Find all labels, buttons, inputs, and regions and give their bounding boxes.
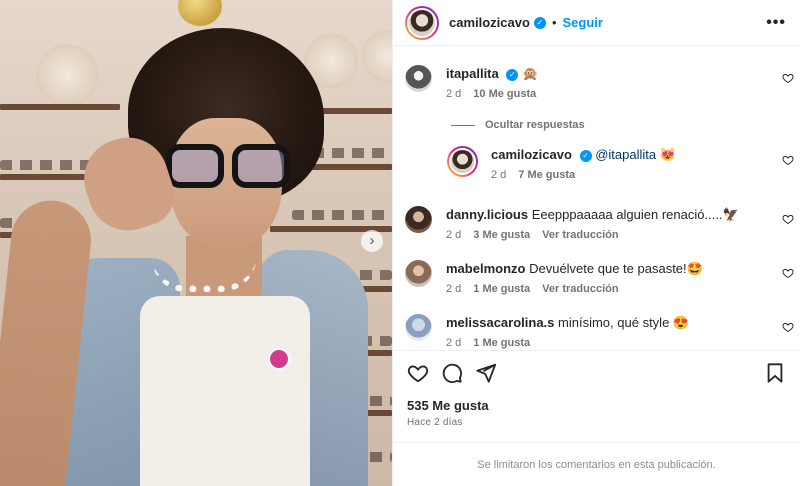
comment-username[interactable]: melissacarolina.s <box>446 315 554 330</box>
comment-avatar[interactable] <box>405 206 432 233</box>
post-header: camilozicavo ✓ • Seguir ••• <box>393 0 800 46</box>
verified-icon: ✓ <box>506 68 519 81</box>
verified-icon: ✓ <box>533 16 546 29</box>
comment-emoji: 😻 <box>659 147 676 162</box>
comment-likes[interactable]: 7 Me gusta <box>518 169 575 181</box>
verified-icon: ✓ <box>579 149 592 162</box>
comment-mention[interactable]: @itapallita <box>595 147 656 162</box>
bookmark-icon[interactable] <box>764 362 786 384</box>
comment-likes[interactable]: 1 Me gusta <box>473 337 530 349</box>
comment-emoji: 🙊 <box>522 66 539 81</box>
comment-time[interactable]: 2 d <box>446 283 461 295</box>
comment-username[interactable]: itapallita <box>446 66 499 81</box>
hide-replies-label: Ocultar respuestas <box>485 119 585 131</box>
follow-button[interactable]: Seguir <box>563 15 603 30</box>
comment-username[interactable]: camilozicavo <box>491 147 572 162</box>
author-username[interactable]: camilozicavo <box>449 15 530 30</box>
comment-icon[interactable] <box>441 362 463 384</box>
heart-icon[interactable] <box>782 72 794 84</box>
post-actions-bar <box>393 350 800 394</box>
comment-likes[interactable]: 3 Me gusta <box>473 229 530 241</box>
reply-item: camilozicavo ✓ @itapallita 😻 2 d 7 Me gus… <box>447 146 676 181</box>
comment-likes[interactable]: 10 Me gusta <box>473 88 536 100</box>
next-image-button[interactable]: › <box>361 230 383 252</box>
comment-time[interactable]: 2 d <box>446 88 461 100</box>
comment-avatar[interactable] <box>405 260 432 287</box>
see-translation-link[interactable]: Ver traducción <box>542 283 618 295</box>
comments-list: itapallita ✓ 🙊 2 d 10 Me gusta Ocultar re… <box>393 46 800 350</box>
comment-likes[interactable]: 1 Me gusta <box>473 283 530 295</box>
comment-avatar[interactable] <box>405 314 432 341</box>
comment-avatar[interactable] <box>405 65 432 92</box>
post-date[interactable]: Hace 2 días <box>393 413 800 428</box>
chevron-right-icon: › <box>369 232 375 249</box>
share-icon[interactable] <box>475 362 497 384</box>
comment-text: minísimo, qué style <box>558 315 670 330</box>
comments-limited-notice: Se limitaron los comentarios en esta pub… <box>393 442 800 486</box>
heart-icon[interactable] <box>782 213 794 225</box>
more-options-icon[interactable]: ••• <box>766 14 786 32</box>
comment-item: itapallita ✓ 🙊 2 d 10 Me gusta <box>405 65 538 100</box>
see-translation-link[interactable]: Ver traducción <box>542 229 618 241</box>
comment-avatar[interactable] <box>447 146 478 177</box>
comment-text: Devuélvete que te pasaste! <box>529 261 687 276</box>
comment-emoji: 😍 <box>672 315 690 330</box>
comment-time[interactable]: 2 d <box>491 169 506 181</box>
hide-replies-button[interactable]: Ocultar respuestas <box>451 119 585 131</box>
comment-username[interactable]: danny.licious <box>446 207 528 222</box>
comment-item: danny.licious Eeepppaaaaa alguien renaci… <box>405 206 739 241</box>
post-details-panel: camilozicavo ✓ • Seguir ••• itapallita ✓… <box>392 0 800 486</box>
heart-icon[interactable] <box>782 267 794 279</box>
comment-emoji: 🦅 <box>722 207 739 222</box>
author-avatar[interactable] <box>405 5 439 40</box>
comment-text: Eeepppaaaaa alguien renació..... <box>531 207 723 222</box>
comment-time[interactable]: 2 d <box>446 337 461 349</box>
comment-emoji: 🤩 <box>686 261 703 276</box>
post-photo[interactable]: › <box>0 0 392 486</box>
comment-time[interactable]: 2 d <box>446 229 461 241</box>
like-heart-icon[interactable] <box>407 362 429 384</box>
comment-item: mabelmonzo Devuélvete que te pasaste!🤩 2… <box>405 260 703 295</box>
separator-dot: • <box>551 15 557 30</box>
comment-item: melissacarolina.s minísimo, qué style 😍 … <box>405 314 689 349</box>
likes-count[interactable]: 535 Me gusta <box>393 394 800 413</box>
instagram-post-modal: › camilozicavo ✓ • Seguir ••• itapallita… <box>0 0 800 486</box>
comment-username[interactable]: mabelmonzo <box>446 261 525 276</box>
heart-icon[interactable] <box>782 321 794 333</box>
divider-line <box>451 124 475 126</box>
heart-icon[interactable] <box>782 154 794 166</box>
